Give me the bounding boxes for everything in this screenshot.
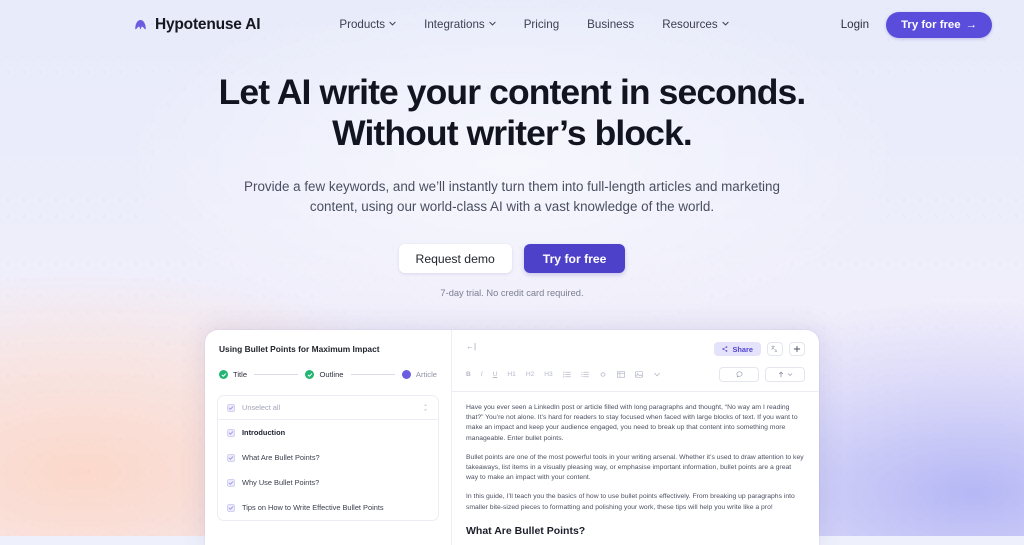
list-item[interactable]: What Are Bullet Points?	[218, 445, 438, 470]
nav-item-label: Products	[339, 18, 386, 31]
hero-heading-line-1: Let AI write your content in seconds.	[218, 72, 807, 112]
sort-icon[interactable]	[422, 403, 429, 412]
chevron-down-icon	[722, 20, 729, 27]
nav-item-label: Resources	[662, 18, 718, 31]
trial-note: 7-day trial. No credit card required.	[440, 288, 584, 298]
document-title: Using Bullet Points for Maximum Impact	[219, 344, 380, 354]
nav-links: Products Integrations Pricing Business R…	[339, 18, 729, 31]
underline-icon[interactable]: U	[493, 371, 498, 378]
list-item[interactable]: Tips on How to Write Effective Bullet Po…	[218, 495, 438, 520]
editor-content[interactable]: Have you ever seen a LinkedIn post or ar…	[466, 392, 805, 537]
italic-icon[interactable]: I	[481, 371, 483, 378]
share-label: Share	[732, 344, 753, 354]
arrow-right-icon: →	[965, 18, 977, 31]
editor-actions: Share 文A	[714, 342, 805, 356]
heading-2-icon[interactable]: H2	[526, 371, 534, 378]
hero-heading-line-2: Without writer’s block.	[332, 113, 693, 153]
editor-subheading: What Are Bullet Points?	[466, 524, 586, 537]
checkbox-icon[interactable]	[227, 453, 235, 462]
bold-icon[interactable]: B	[466, 371, 471, 378]
checkbox-icon[interactable]	[227, 503, 235, 512]
list-item[interactable]: Why Use Bullet Points?	[218, 470, 438, 495]
nav-item-label: Integrations	[424, 18, 485, 31]
brand-name: Hypotenuse AI	[155, 15, 261, 33]
editor-paragraph: Bullet points are one of the most powerf…	[466, 453, 804, 482]
outline-panel: Using Bullet Points for Maximum Impact T…	[205, 330, 452, 545]
request-demo-button[interactable]: Request demo	[398, 244, 512, 273]
chevron-down-icon	[489, 20, 496, 27]
nav-item-integrations[interactable]: Integrations	[424, 18, 496, 31]
nav-item-products[interactable]: Products	[339, 18, 396, 31]
try-for-free-button[interactable]: Try for free	[523, 244, 626, 273]
heading-1-icon[interactable]: H1	[507, 371, 515, 378]
translate-icon[interactable]: 文A	[767, 342, 783, 356]
checkbox-icon[interactable]	[227, 478, 235, 487]
table-icon[interactable]	[616, 371, 625, 378]
list-item-label: Why Use Bullet Points?	[242, 478, 320, 487]
share-icon	[722, 345, 728, 354]
export-dropdown[interactable]	[765, 367, 805, 382]
check-circle-icon	[305, 370, 315, 379]
list-bullet-icon[interactable]	[562, 371, 571, 378]
list-ordered-icon[interactable]	[580, 371, 589, 378]
editor-paragraph: In this guide, I’ll teach you the basics…	[466, 493, 795, 511]
nav-item-label: Business	[587, 18, 635, 31]
nav-try-for-free-button[interactable]: Try for free →	[886, 11, 992, 38]
chevron-down-icon	[389, 20, 396, 27]
unselect-all-label: Unselect all	[242, 403, 281, 412]
checkbox-icon[interactable]	[227, 403, 235, 412]
list-item[interactable]: Introduction	[218, 420, 438, 445]
chevron-down-icon[interactable]	[653, 371, 661, 378]
add-icon[interactable]	[789, 342, 805, 356]
checkbox-icon[interactable]	[227, 428, 235, 437]
editor-toolbar-right	[719, 367, 805, 382]
editor-top-bar: ←| Share 文A	[466, 342, 805, 356]
nav-item-label: Pricing	[523, 18, 560, 31]
comment-icon[interactable]	[719, 367, 759, 382]
hero-subheading: Provide a few keywords, and we’ll instan…	[244, 179, 780, 214]
step-label: Article	[415, 370, 437, 379]
step-connector	[254, 374, 299, 375]
outline-list: Unselect all Introduction What Are Bulle…	[217, 395, 439, 521]
step-article[interactable]: Article	[401, 370, 437, 379]
step-label: Outline	[319, 370, 344, 379]
step-connector	[350, 374, 395, 375]
app-preview-card: Using Bullet Points for Maximum Impact T…	[205, 330, 819, 545]
hero-cta-group: Request demo Try for free	[0, 244, 1024, 273]
nav-item-pricing[interactable]: Pricing	[524, 18, 559, 31]
editor-paragraph: Have you ever seen a LinkedIn post or ar…	[466, 404, 798, 442]
svg-text:A: A	[775, 349, 778, 353]
link-icon[interactable]	[599, 371, 607, 378]
outline-list-header[interactable]: Unselect all	[218, 396, 438, 420]
share-button[interactable]: Share	[714, 342, 761, 356]
nav-try-label: Try for free	[901, 18, 961, 31]
step-title[interactable]: Title	[219, 370, 247, 379]
step-outline[interactable]: Outline	[305, 370, 344, 379]
current-step-icon	[401, 370, 411, 379]
check-circle-icon	[219, 370, 228, 379]
editor-toolbar: B I U H1 H2 H3	[466, 367, 805, 382]
list-item-label: Tips on How to Write Effective Bullet Po…	[242, 503, 384, 512]
hero-heading: Let AI write your content in seconds. Wi…	[0, 72, 1024, 154]
back-arrow-icon[interactable]: ←|	[466, 342, 476, 351]
list-item-label: What Are Bullet Points?	[242, 453, 320, 462]
nav-item-business[interactable]: Business	[587, 18, 634, 31]
brand-logo[interactable]: Hypotenuse AI	[133, 15, 261, 34]
heading-3-icon[interactable]: H3	[544, 371, 552, 378]
editor-panel: ←| Share 文A B I U H1 H2 H3 Have you ever…	[452, 330, 819, 545]
top-navigation-bar: Hypotenuse AI Products Integrations Pric…	[0, 0, 1024, 49]
list-item-label: Introduction	[242, 428, 286, 437]
image-icon[interactable]	[634, 371, 643, 378]
login-link[interactable]: Login	[841, 18, 869, 31]
step-label: Title	[233, 370, 248, 379]
hypotenuse-logo-icon	[133, 17, 148, 32]
nav-item-resources[interactable]: Resources	[662, 18, 729, 31]
nav-right-actions: Login Try for free →	[841, 11, 992, 38]
progress-stepper: Title Outline Article	[219, 370, 437, 379]
